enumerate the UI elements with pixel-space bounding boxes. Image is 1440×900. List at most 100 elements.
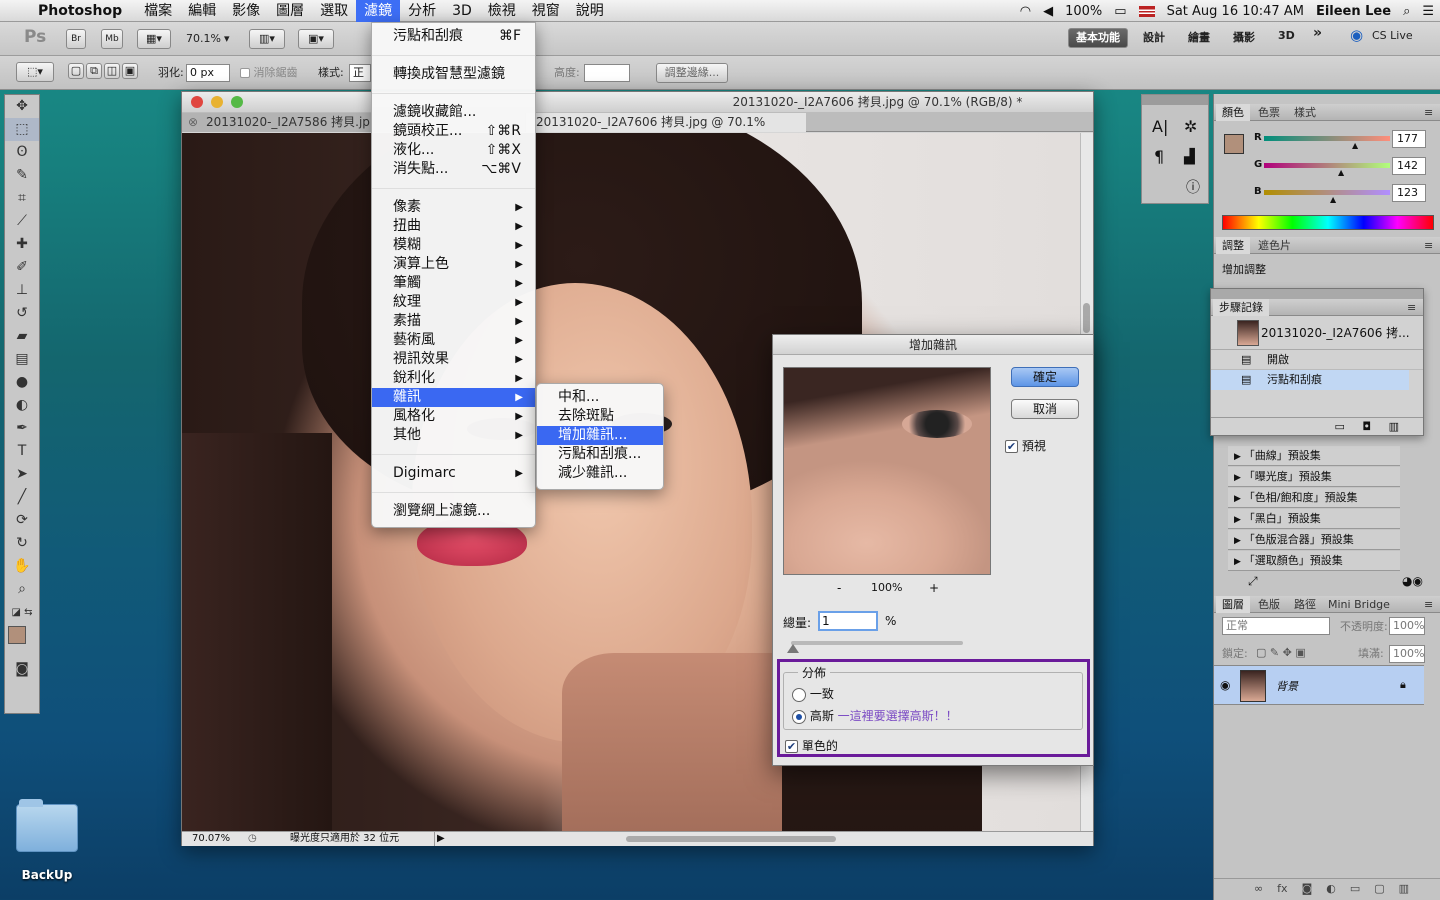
battery-status[interactable]: 100% — [1065, 4, 1102, 19]
hand-icon[interactable]: ✋ — [5, 555, 39, 578]
rectangular-marquee-icon[interactable]: ⬚ — [5, 118, 39, 141]
zoom-level-dropdown[interactable]: 70.1% — [186, 31, 221, 47]
add-mask-icon[interactable]: ◙ — [1302, 882, 1313, 895]
preview-check-icon[interactable]: ✔ — [1005, 440, 1018, 453]
layer-row-background[interactable]: ◉ 背景 🔒︎ — [1214, 665, 1424, 705]
marquee-preset-picker[interactable]: ⬚▾ — [16, 62, 54, 82]
menu-item-6[interactable]: 分析 — [400, 0, 444, 22]
brush-icon[interactable]: ✐ — [5, 256, 39, 279]
workspace-3d[interactable]: 3D — [1278, 29, 1295, 42]
selection-mode-intersect[interactable]: ▣ — [122, 63, 138, 79]
workspace-more[interactable]: » — [1313, 25, 1322, 41]
adjust-preset-item[interactable]: ▶ 「曲線」預設集 — [1228, 446, 1400, 466]
gaussian-radio[interactable]: 高斯 一這裡要選擇高斯！！ — [792, 707, 958, 724]
screen-mode-button[interactable]: ▣▾ — [298, 29, 334, 49]
red-slider[interactable] — [1264, 136, 1390, 141]
brush-presets-icon[interactable]: ✲ — [1184, 117, 1197, 136]
history-step-dust[interactable]: ▤ 污點和刮痕 — [1211, 370, 1409, 390]
delete-layer-icon[interactable]: ▥ — [1399, 882, 1409, 895]
menu-item[interactable]: Digimarc ▶ — [372, 464, 535, 483]
expand-arrow-icon[interactable]: ▶ — [1234, 515, 1244, 525]
workspace-painting[interactable]: 繪畫 — [1188, 29, 1210, 45]
cs-live-icon[interactable]: ◉ — [1350, 26, 1363, 44]
expand-arrow-icon[interactable]: ▶ — [1234, 473, 1244, 483]
workspace-essentials[interactable]: 基本功能 — [1068, 28, 1128, 48]
mini-bridge-button[interactable]: Mb — [101, 29, 123, 49]
path-selection-icon[interactable]: ➤ — [5, 463, 39, 486]
tab-masks[interactable]: 遮色片 — [1252, 237, 1297, 254]
red-slider-thumb[interactable]: ▲ — [1352, 141, 1358, 150]
crop-icon[interactable]: ⌗ — [5, 187, 39, 210]
green-slider-thumb[interactable]: ▲ — [1338, 168, 1344, 177]
adjust-preset-item[interactable]: ▶ 「色相/飽和度」預設集 — [1228, 488, 1400, 508]
amount-input[interactable]: 1 — [818, 611, 878, 631]
panel-menu-icon[interactable]: ≡ — [1418, 596, 1439, 613]
menu-item-2[interactable]: 影像 — [224, 0, 268, 22]
adjust-preset-item[interactable]: ▶ 「選取顏色」預設集 — [1228, 551, 1400, 571]
menu-item[interactable]: 筆觸 ▶ — [372, 274, 535, 293]
menu-item[interactable]: 模糊 ▶ — [372, 236, 535, 255]
user-name[interactable]: Eileen Lee — [1316, 4, 1391, 19]
blue-value-input[interactable]: 123 — [1392, 184, 1426, 202]
spotlight-icon[interactable]: ⌕ — [1403, 4, 1410, 19]
menu-item[interactable]: 風格化 ▶ — [372, 407, 535, 426]
adjustment-layer-icon[interactable]: ◐ — [1326, 882, 1336, 895]
expand-arrow-icon[interactable]: ▶ — [1234, 452, 1244, 462]
new-group-icon[interactable]: ▭ — [1350, 882, 1360, 895]
menu-item[interactable]: 瀏覽網上濾鏡... — [372, 502, 535, 521]
clock[interactable]: Sat Aug 16 10:47 AM — [1167, 4, 1304, 19]
layer-style-icon[interactable]: fx — [1277, 882, 1287, 895]
character-icon[interactable]: A| — [1152, 117, 1168, 136]
menu-item-4[interactable]: 選取 — [312, 0, 356, 22]
feather-input[interactable]: 0 px — [186, 64, 230, 82]
quick-mask-icon[interactable]: ◙ — [5, 658, 39, 681]
workspace-photography[interactable]: 攝影 — [1233, 29, 1255, 45]
menu-item[interactable]: 去除斑點 — [537, 407, 663, 426]
antialias-check-icon[interactable] — [240, 68, 250, 78]
menu-item[interactable]: 演算上色 ▶ — [372, 255, 535, 274]
selection-mode-subtract[interactable]: ◫ — [104, 63, 120, 79]
monochromatic-checkbox[interactable]: ✔ 單色的 — [785, 737, 838, 754]
color-swatches[interactable] — [5, 624, 39, 658]
menu-item[interactable]: 減少雜訊... — [537, 464, 663, 483]
blur-icon[interactable]: ● — [5, 371, 39, 394]
history-trash-icon[interactable]: ▥ — [1389, 420, 1399, 433]
history-snapshot-icon[interactable]: ◘ — [1362, 420, 1371, 433]
link-layers-icon[interactable]: ∞ — [1254, 882, 1263, 895]
preview-checkbox[interactable]: ✔ 預視 — [1005, 437, 1046, 454]
menu-item[interactable]: 轉換成智慧型濾鏡 — [372, 65, 535, 84]
info-icon[interactable]: ⓘ — [1186, 177, 1200, 197]
menu-item[interactable]: 消失點... ⌥⌘V — [372, 160, 535, 179]
amount-slider[interactable] — [786, 641, 963, 653]
noise-preview[interactable] — [783, 367, 991, 575]
histogram-icon[interactable]: ▟ — [1184, 149, 1195, 165]
bridge-button[interactable]: Br — [66, 29, 86, 49]
panel-menu-icon[interactable]: ≡ — [1401, 299, 1422, 316]
workspace-design[interactable]: 設計 — [1143, 29, 1165, 45]
lasso-icon[interactable]: ʘ — [5, 141, 39, 164]
document-tab-2[interactable]: 20131020-_I2A7606 拷貝.jpg @ 70.1% (RGB/8)… — [526, 113, 806, 148]
menu-item[interactable]: 液化... ⇧⌘X — [372, 141, 535, 160]
flag-icon[interactable] — [1138, 5, 1155, 17]
menu-item[interactable]: 污點和刮痕 ⌘F — [372, 27, 535, 46]
opacity-input[interactable]: 100% — [1389, 617, 1425, 635]
quick-selection-icon[interactable]: ✎ — [5, 164, 39, 187]
tab-layers[interactable]: 圖層 — [1216, 596, 1250, 613]
gradient-icon[interactable]: ▤ — [5, 348, 39, 371]
menu-item-0[interactable]: 檔案 — [136, 0, 180, 22]
history-new-doc-icon[interactable]: ▭ — [1335, 420, 1345, 433]
adjust-preset-item[interactable]: ▶ 「色版混合器」預設集 — [1228, 530, 1400, 550]
history-snapshot[interactable]: 20131020-_I2A7606 拷... — [1211, 316, 1423, 350]
notification-icon[interactable]: ☰ — [1422, 4, 1434, 19]
foreground-color-swatch[interactable] — [8, 626, 26, 644]
zoom-icon[interactable]: ⌕ — [5, 578, 39, 601]
eyedropper-icon[interactable]: ⟋ — [5, 210, 39, 233]
menu-item-5[interactable]: 濾鏡 — [356, 0, 401, 22]
status-info-icon[interactable]: ◷ — [248, 832, 257, 846]
tab-styles[interactable]: 樣式 — [1288, 104, 1322, 121]
history-brush-icon[interactable]: ↺ — [5, 302, 39, 325]
menu-item[interactable]: 雜訊 ▶ — [372, 388, 535, 407]
tab-swatches[interactable]: 色票 — [1252, 104, 1286, 121]
adjust-clip-icon[interactable]: ◕◉ — [1402, 574, 1423, 588]
tab-history[interactable]: 步驟記錄 — [1213, 299, 1269, 316]
